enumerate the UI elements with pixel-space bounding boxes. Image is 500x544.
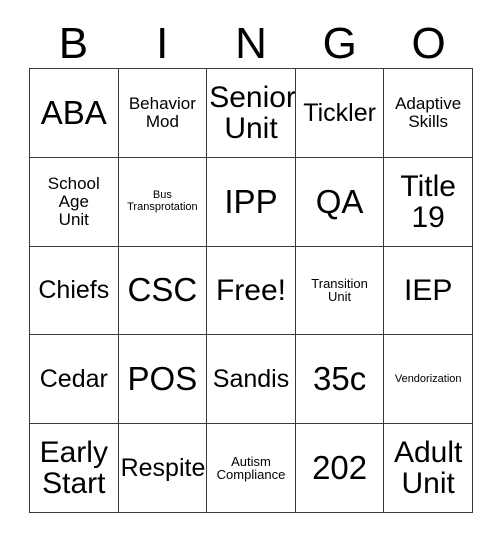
bingo-cell-b1[interactable]: ABA xyxy=(30,69,119,158)
bingo-cell-i5[interactable]: Respite xyxy=(118,424,208,513)
bingo-cell-i1[interactable]: Behavior Mod xyxy=(118,69,208,158)
bingo-cell-g2[interactable]: QA xyxy=(295,157,385,247)
bingo-cell-o1[interactable]: Adaptive Skills xyxy=(384,69,473,158)
bingo-cell-o4[interactable]: Vendorization xyxy=(384,335,473,425)
bingo-cell-o5[interactable]: Adult Unit xyxy=(384,424,473,513)
bingo-header-row: B I N G O xyxy=(29,19,473,68)
bingo-cell-label: Free! xyxy=(215,273,286,307)
bingo-cell-label: Behavior Mod xyxy=(128,94,196,131)
bingo-cell-label: Transition Unit xyxy=(311,275,368,305)
bingo-cell-label: 35c xyxy=(312,360,367,398)
bingo-cell-label: Adult Unit xyxy=(393,435,463,501)
bingo-cell-label: IPP xyxy=(224,182,278,220)
bingo-cell-label: Sandis xyxy=(212,365,290,394)
bingo-cell-n5[interactable]: Autism Compliance xyxy=(207,424,296,513)
bingo-cell-label: Senior Unit xyxy=(209,80,296,145)
bingo-cell-label: 202 xyxy=(312,448,368,486)
bingo-cell-label: Autism Compliance xyxy=(216,453,286,483)
bingo-cell-label: Respite xyxy=(120,454,206,483)
bingo-cell-i3[interactable]: CSC xyxy=(118,246,208,336)
bingo-cell-label: ABA xyxy=(40,93,107,131)
bingo-cell-o3[interactable]: IEP xyxy=(384,246,473,336)
bingo-cell-label: QA xyxy=(315,182,364,220)
bingo-cell-label: Cedar xyxy=(39,365,108,394)
bingo-cell-label: CSC xyxy=(127,271,198,309)
bingo-cell-g4[interactable]: 35c xyxy=(295,335,385,425)
bingo-cell-i4[interactable]: POS xyxy=(118,335,208,425)
bingo-cell-label: Chiefs xyxy=(38,276,110,305)
bingo-cell-label: Bus Transprotation xyxy=(127,189,198,213)
bingo-cell-free-space[interactable]: Free! xyxy=(207,246,296,336)
bingo-cell-b4[interactable]: Cedar xyxy=(30,335,119,425)
bingo-cell-i2[interactable]: Bus Transprotation xyxy=(118,157,208,247)
bingo-header-letter-n: N xyxy=(235,18,267,68)
bingo-cell-label: School Age Unit xyxy=(47,174,100,229)
bingo-cell-n1[interactable]: Senior Unit xyxy=(207,69,296,158)
bingo-card: B I N G O ABA Behavior Mod Senior Unit T… xyxy=(0,0,500,544)
bingo-grid: ABA Behavior Mod Senior Unit Tickler Ada… xyxy=(29,68,473,513)
bingo-cell-g3[interactable]: Transition Unit xyxy=(295,246,385,336)
bingo-cell-o2[interactable]: Title 19 xyxy=(384,157,473,247)
bingo-header-letter-i: I xyxy=(156,18,169,68)
bingo-cell-b2[interactable]: School Age Unit xyxy=(30,157,119,247)
bingo-header-letter-g: G xyxy=(322,18,357,68)
bingo-cell-label: Tickler xyxy=(303,98,376,127)
bingo-cell-label: Title 19 xyxy=(400,169,456,234)
bingo-cell-label: Adaptive Skills xyxy=(395,94,462,131)
bingo-header-letter-o: O xyxy=(411,18,446,68)
bingo-cell-g1[interactable]: Tickler xyxy=(295,69,385,158)
bingo-cell-n4[interactable]: Sandis xyxy=(207,335,296,425)
bingo-cell-b5[interactable]: Early Start xyxy=(30,424,119,513)
bingo-cell-label: IEP xyxy=(404,273,453,307)
bingo-cell-label: POS xyxy=(127,360,198,398)
bingo-cell-g5[interactable]: 202 xyxy=(295,424,385,513)
bingo-cell-n2[interactable]: IPP xyxy=(207,157,296,247)
bingo-header-letter-b: B xyxy=(58,18,89,68)
bingo-cell-label: Early Start xyxy=(39,435,108,501)
bingo-cell-b3[interactable]: Chiefs xyxy=(30,246,119,336)
bingo-cell-label: Vendorization xyxy=(394,372,462,385)
